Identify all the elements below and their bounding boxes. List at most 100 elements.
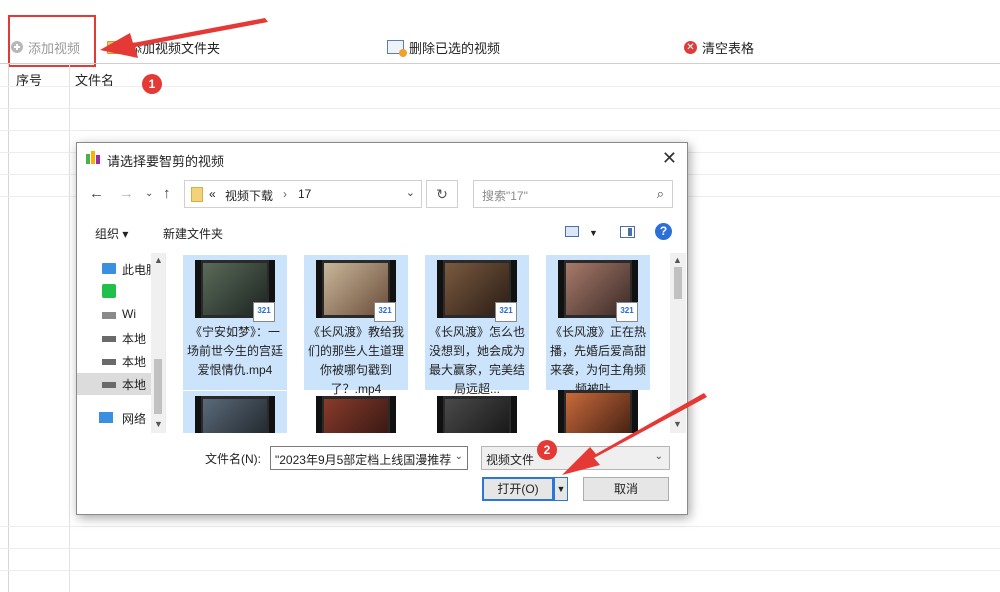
back-arrow-icon[interactable]: ← [89, 185, 104, 202]
highlight-box [8, 15, 96, 67]
sidebar-scroll-thumb[interactable] [154, 359, 162, 414]
table-row [0, 108, 1000, 109]
filetype-select[interactable]: 视频文件 ⌄ [481, 446, 670, 470]
file-grid-scroll-thumb[interactable] [674, 267, 682, 299]
table-row [0, 548, 1000, 549]
new-folder-button[interactable]: 新建文件夹 [163, 225, 223, 242]
search-icon: ⌕ [656, 186, 664, 201]
drive-icon [102, 336, 116, 342]
close-icon[interactable]: ✕ [662, 148, 677, 169]
scroll-down-icon[interactable]: ▼ [154, 419, 163, 429]
file-item[interactable]: 321 《长风渡》教给我们的那些人生道理你被哪句戳到了？.mp4 [304, 255, 408, 396]
video-thumbnail: 321 [437, 260, 517, 322]
view-options-icon[interactable] [565, 226, 579, 237]
forward-arrow-icon[interactable]: → [119, 185, 134, 202]
media-player-icon: 321 [253, 302, 275, 322]
file-item[interactable] [183, 391, 287, 433]
sidebar-item-label: 网络 [122, 412, 147, 426]
app-logo-icon [86, 151, 100, 164]
up-arrow-icon[interactable]: ↑ [163, 185, 171, 202]
scroll-up-icon[interactable]: ▲ [673, 255, 682, 265]
add-folder-button[interactable]: 添加视频文件夹 [107, 38, 220, 56]
breadcrumb-17[interactable]: 17 [298, 187, 311, 201]
video-thumbnail: 321 [195, 260, 275, 322]
sidebar-item-windows-drive[interactable]: Wi [77, 304, 151, 326]
video-thumbnail: 321 [558, 260, 638, 322]
organize-menu[interactable]: 组织 ▾ [95, 225, 128, 242]
filename-value: "2023年9月5部定档上线国漫推荐 [275, 453, 452, 467]
file-grid-scrollbar[interactable]: ▲ ▼ [670, 253, 686, 433]
search-placeholder: 搜索"17" [482, 189, 528, 203]
view-dropdown-icon[interactable]: ▼ [589, 228, 598, 238]
media-player-icon: 321 [616, 302, 638, 322]
caret-down-icon: ▼ [556, 484, 566, 494]
file-name: 《长风渡》怎么也没想到，她会成为最大赢家，完美结局远超... [429, 325, 526, 396]
chevron-down-icon[interactable]: ⌄ [455, 451, 463, 462]
windows-drive-icon [102, 312, 116, 319]
chevron-down-icon[interactable]: ⌄ [406, 186, 415, 199]
search-input[interactable]: 搜索"17" ⌕ [473, 180, 673, 208]
file-grid: 321 《宁安如梦》：一场前世今生的宫廷爱恨情仇.mp4 321 《长风渡》教给… [180, 253, 668, 433]
open-dropdown-button[interactable]: ▼ [554, 477, 568, 501]
delete-selected-label: 删除已选的视频 [409, 40, 501, 56]
sidebar-item-label: Wi [122, 307, 136, 321]
media-player-icon: 321 [495, 302, 517, 322]
preview-pane-icon[interactable] [620, 226, 635, 238]
sidebar-item-local-disk[interactable]: 本地 [77, 350, 151, 372]
main-toolbar: 添加视频 添加视频文件夹 删除已选的视频 ✕ 清空表格 [0, 30, 1000, 62]
table-row [0, 526, 1000, 527]
sidebar-item-local-disk[interactable]: 本地 [77, 373, 151, 395]
help-icon[interactable]: ? [655, 223, 672, 240]
sidebar-scrollbar[interactable]: ▲ ▼ [151, 253, 165, 433]
refresh-button[interactable]: ↻ [426, 180, 458, 208]
step-badge-2: 2 [537, 440, 557, 460]
dialog-title: 请选择要智剪的视频 [107, 154, 225, 169]
computer-icon [102, 263, 116, 274]
file-item[interactable] [304, 391, 408, 433]
file-item[interactable] [425, 391, 529, 433]
open-button[interactable]: 打开(O) [482, 477, 554, 501]
delete-selected-button[interactable]: 删除已选的视频 [387, 38, 501, 57]
clear-icon: ✕ [684, 40, 697, 54]
sidebar-item-label: 本地 [122, 378, 147, 392]
video-thumbnail [316, 396, 396, 433]
column-divider [69, 64, 70, 592]
dialog-titlebar[interactable]: 请选择要智剪的视频 ✕ [77, 143, 687, 173]
sidebar-item-iqiyi[interactable] [77, 281, 151, 303]
cancel-button[interactable]: 取消 [583, 477, 669, 501]
navigation-pane: 此电脑 Wi 本地 本地 本地 网络 ▲ ▼ [77, 253, 166, 433]
iqiyi-app-icon [102, 284, 116, 298]
file-item[interactable] [546, 385, 650, 433]
command-bar: 组织 ▾ 新建文件夹 ▼ ? [77, 219, 687, 249]
sidebar-item-network[interactable]: 网络 [77, 407, 151, 429]
address-bar[interactable]: « 视频下载 › 17 ⌄ [184, 180, 422, 208]
drive-icon [102, 359, 116, 365]
scroll-up-icon[interactable]: ▲ [154, 255, 163, 265]
breadcrumb-video-downloads[interactable]: 视频下载 [225, 187, 273, 204]
table-row [0, 130, 1000, 131]
file-item[interactable]: 321 《长风渡》正在热播，先婚后爱高甜来袭，为何主角频频被吐... [546, 255, 650, 396]
file-item[interactable]: 321 《宁安如梦》：一场前世今生的宫廷爱恨情仇.mp4 [183, 255, 287, 390]
sidebar-item-this-pc[interactable]: 此电脑 [77, 258, 158, 280]
breadcrumb-prefix[interactable]: « [209, 187, 216, 201]
breadcrumb-separator-icon: › [283, 187, 287, 201]
clear-table-label: 清空表格 [702, 40, 755, 56]
scroll-down-icon[interactable]: ▼ [673, 419, 682, 429]
clear-table-button[interactable]: ✕ 清空表格 [684, 38, 754, 56]
network-icon [99, 412, 113, 423]
table-row [0, 570, 1000, 571]
filetype-value: 视频文件 [486, 453, 535, 467]
filename-input[interactable]: "2023年9月5部定档上线国漫推荐 ⌄ [270, 446, 468, 470]
open-file-dialog: 请选择要智剪的视频 ✕ ← → ⌄ ↑ « 视频下载 › 17 ⌄ ↻ 搜索"1… [76, 142, 688, 515]
navigation-bar: ← → ⌄ ↑ « 视频下载 › 17 ⌄ ↻ 搜索"17" ⌕ [77, 177, 687, 211]
video-thumbnail: 321 [316, 260, 396, 322]
folder-icon [191, 187, 203, 202]
sidebar-item-local-disk[interactable]: 本地 [77, 327, 151, 349]
video-thumbnail [558, 390, 638, 433]
file-item[interactable]: 321 《长风渡》怎么也没想到，她会成为最大赢家，完美结局远超... [425, 255, 529, 396]
sidebar-item-label: 本地 [122, 332, 147, 346]
recent-dropdown-icon[interactable]: ⌄ [145, 188, 153, 199]
drive-icon [102, 382, 116, 388]
folder-icon [107, 40, 124, 54]
chevron-down-icon: ⌄ [654, 451, 663, 462]
